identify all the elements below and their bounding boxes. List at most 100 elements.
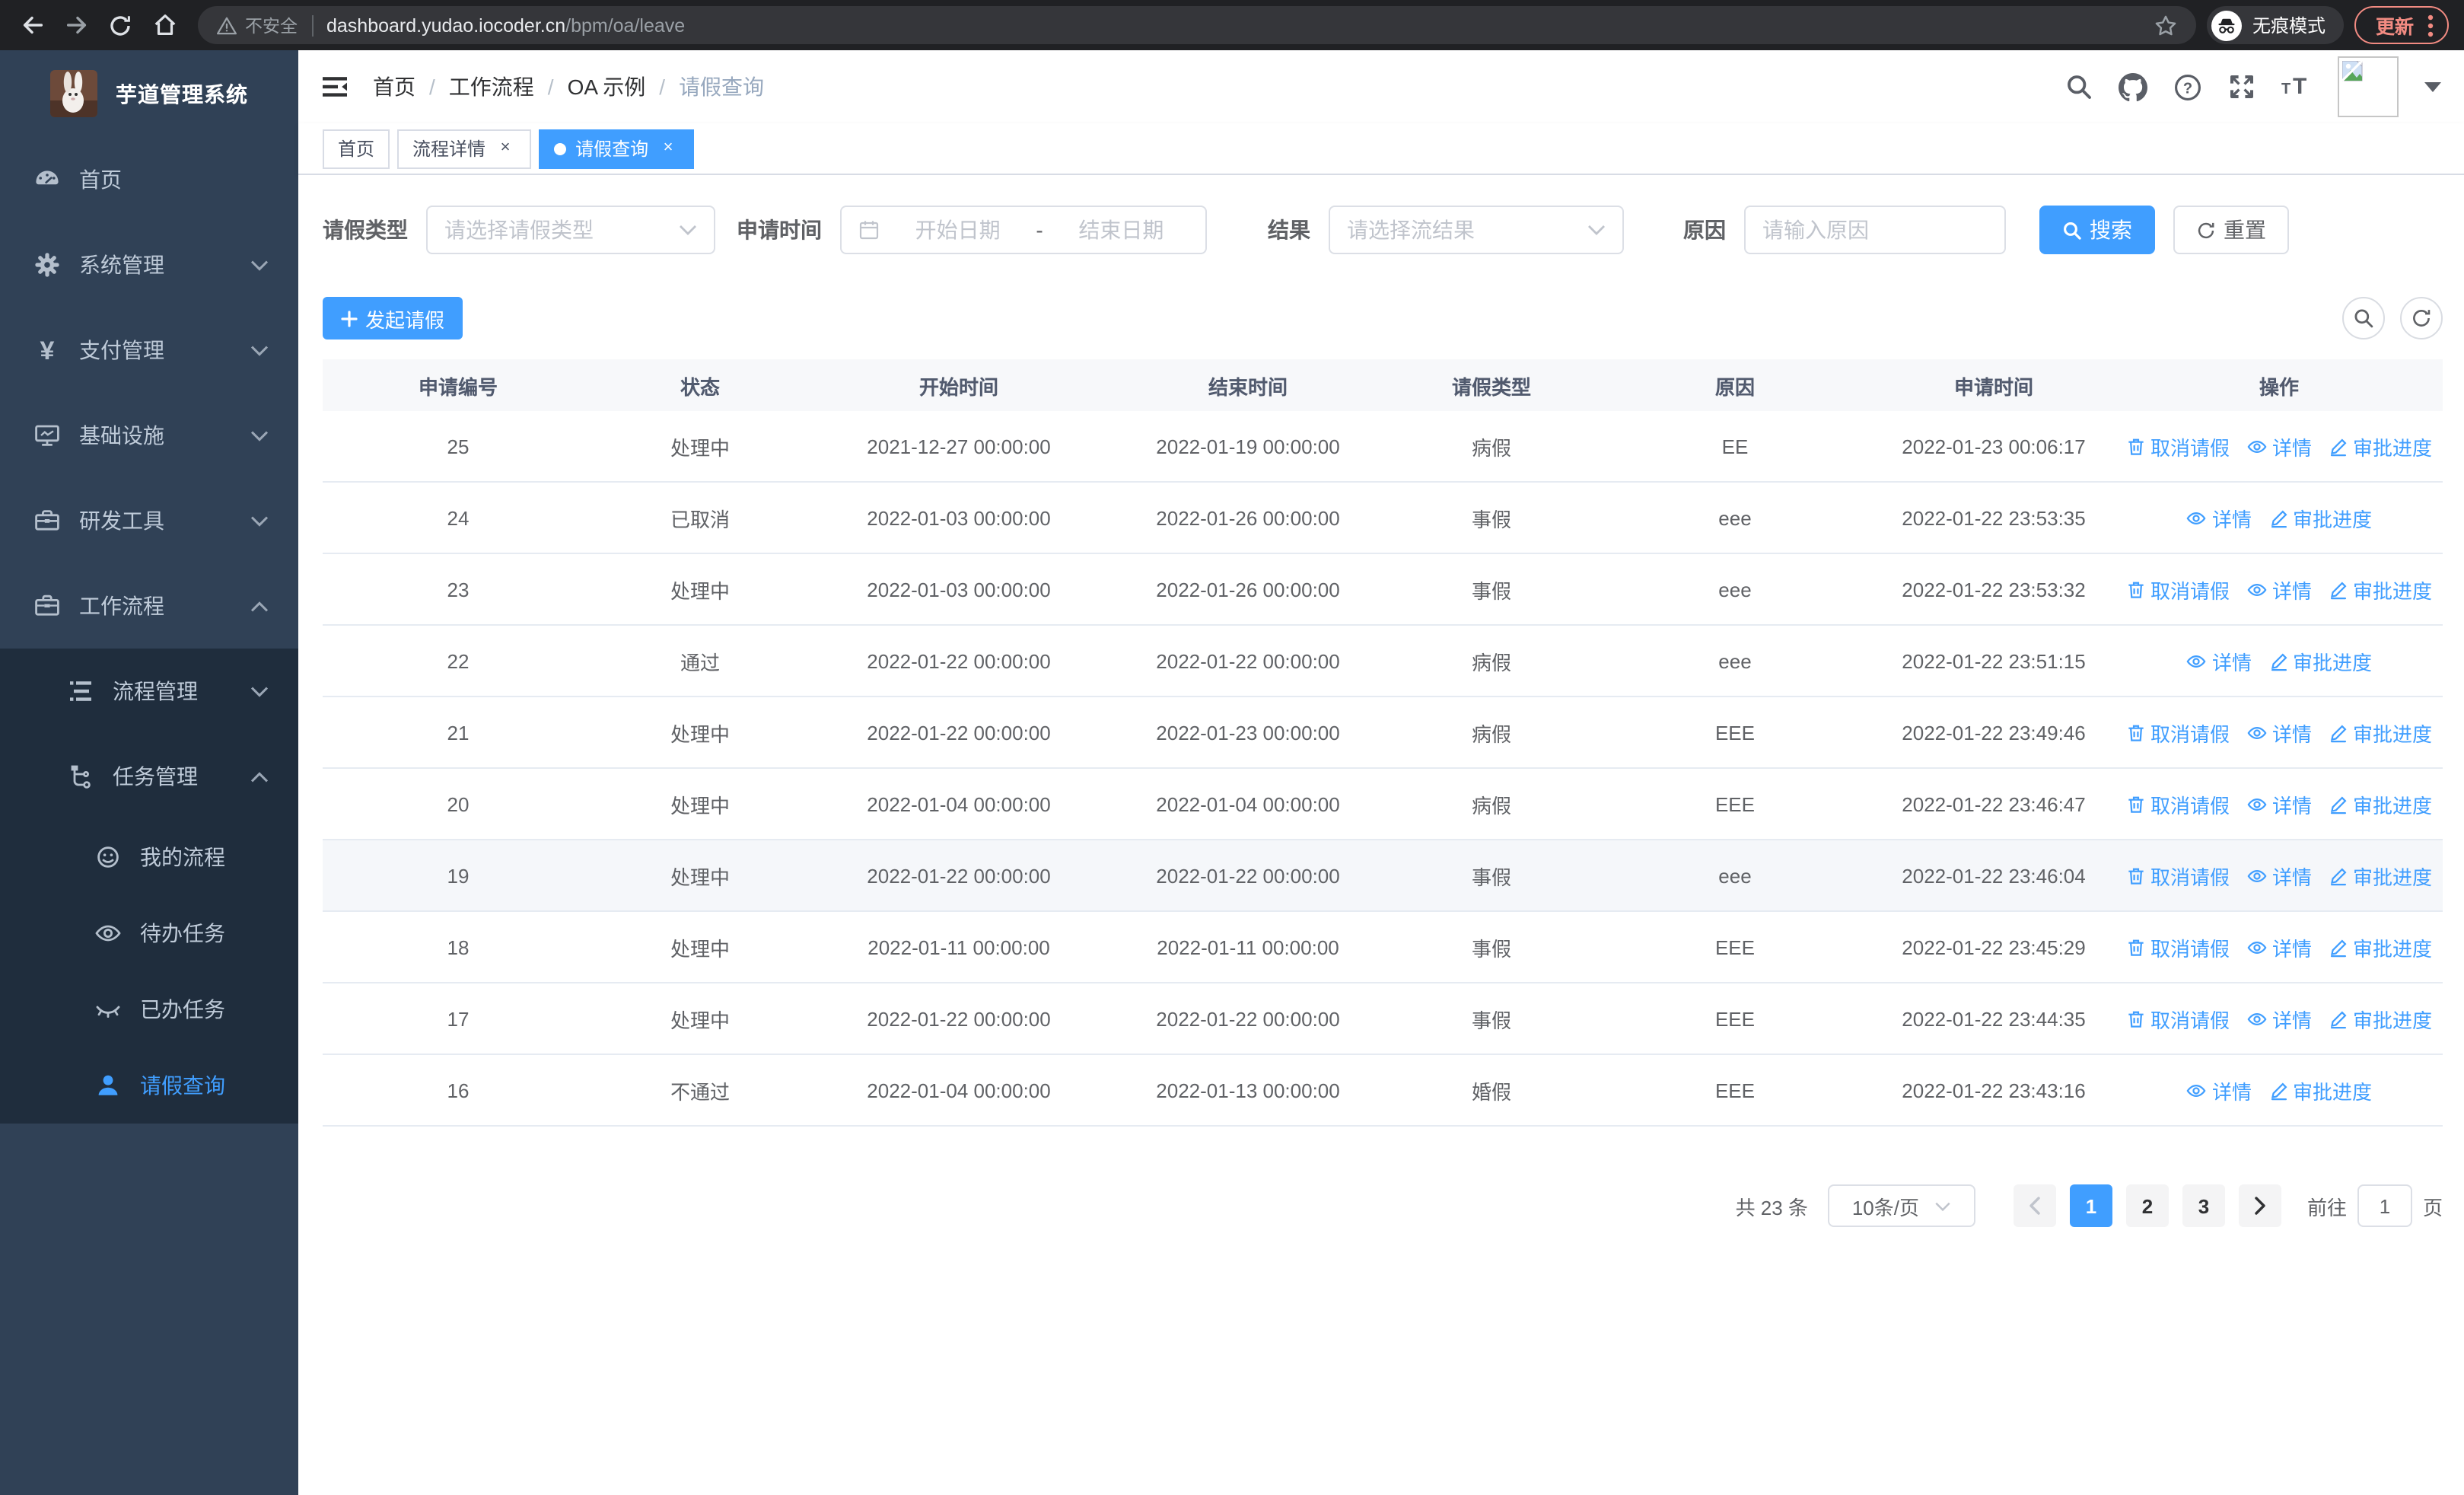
cell-id: 25 (447, 435, 470, 457)
detail-action-link[interactable]: 详情 (2246, 789, 2312, 818)
tab-请假查询[interactable]: 请假查询 × (539, 129, 695, 168)
progress-action-link[interactable]: 审批进度 (2268, 1076, 2372, 1105)
progress-action-link[interactable]: 审批进度 (2329, 432, 2432, 461)
face-icon (94, 843, 122, 871)
sidebar-item-请假查询[interactable]: 请假查询 (0, 1047, 298, 1124)
cell-id: 19 (447, 864, 470, 887)
detail-action-link[interactable]: 详情 (2246, 932, 2312, 961)
chevron-down-icon (679, 224, 697, 236)
chrome-menu-icon[interactable] (2427, 13, 2434, 37)
cancel-action-link[interactable]: 取消请假 (2126, 861, 2230, 890)
page-button-2[interactable]: 2 (2125, 1184, 2169, 1227)
sidebar-item-首页[interactable]: 首页 (0, 137, 298, 222)
goto-page-input[interactable] (2357, 1184, 2412, 1227)
help-icon[interactable]: ? (2173, 72, 2202, 101)
leave-type-select[interactable]: 请选择请假类型 (426, 206, 715, 254)
gear-icon (33, 251, 61, 279)
sidebar-item-工作流程[interactable]: 工作流程 (0, 563, 298, 649)
cancel-action-link[interactable]: 取消请假 (2126, 718, 2230, 747)
action-label: 取消请假 (2150, 579, 2230, 602)
progress-action-link[interactable]: 审批进度 (2268, 646, 2372, 675)
table-refresh-icon[interactable] (2400, 297, 2443, 339)
detail-action-link[interactable]: 详情 (2246, 575, 2312, 604)
bookmark-star-icon[interactable] (2154, 13, 2178, 37)
detail-action-link[interactable]: 详情 (2246, 432, 2312, 461)
detail-action-link[interactable]: 详情 (2186, 646, 2252, 675)
sidebar-item-我的流程[interactable]: 我的流程 (0, 819, 298, 895)
reason-input[interactable] (1744, 206, 2006, 254)
detail-action-link[interactable]: 详情 (2186, 1076, 2252, 1105)
sidebar-item-系统管理[interactable]: 系统管理 (0, 222, 298, 308)
prev-page-button[interactable] (2013, 1184, 2056, 1227)
sidebar-item-研发工具[interactable]: 研发工具 (0, 478, 298, 563)
sidebar-item-支付管理[interactable]: ¥ 支付管理 (0, 308, 298, 393)
url-bar[interactable]: 不安全 dashboard.yudao.iocoder.cn/bpm/oa/le… (198, 6, 2196, 44)
detail-action-link[interactable]: 详情 (2246, 861, 2312, 890)
breadcrumb-item[interactable]: 首页 (373, 72, 415, 102)
fullscreen-icon[interactable] (2228, 73, 2255, 100)
reset-button[interactable]: 重置 (2173, 206, 2289, 254)
user-menu-caret-icon[interactable] (2424, 81, 2441, 92)
reload-icon[interactable] (103, 8, 137, 42)
next-page-button[interactable] (2238, 1184, 2281, 1227)
page-size-select[interactable]: 10条/页 (1827, 1184, 1975, 1227)
progress-action-link[interactable]: 审批进度 (2329, 861, 2432, 890)
font-size-icon[interactable]: TT (2281, 73, 2312, 100)
update-button[interactable]: 更新 (2354, 6, 2449, 44)
cell-start: 2021-12-27 00:00:00 (867, 435, 1051, 457)
sidebar-item-label: 请假查询 (140, 1073, 225, 1098)
app-logo[interactable]: 芋道管理系统 (0, 50, 298, 137)
progress-action-link[interactable]: 审批进度 (2329, 932, 2432, 961)
sidebar-collapse-icon[interactable] (321, 73, 349, 100)
tab-流程详情[interactable]: 流程详情 × (397, 129, 532, 168)
calendar-icon (858, 219, 880, 241)
table-row: 24 已取消 2022-01-03 00:00:00 2022-01-26 00:00… (323, 483, 2443, 554)
search-icon[interactable] (2065, 73, 2093, 100)
table-search-toggle-icon[interactable] (2342, 297, 2385, 339)
close-icon[interactable]: × (657, 138, 679, 159)
cell-reason: EEE (1714, 1007, 1755, 1030)
progress-action-link[interactable]: 审批进度 (2329, 575, 2432, 604)
avatar[interactable] (2338, 56, 2399, 117)
detail-action-link[interactable]: 详情 (2246, 1004, 2312, 1033)
search-button[interactable]: 搜索 (2039, 206, 2155, 254)
column-header-操作: 操作 (2259, 375, 2299, 398)
cancel-action-link[interactable]: 取消请假 (2126, 575, 2230, 604)
start-date-placeholder: 开始日期 (915, 218, 1001, 242)
cancel-action-link[interactable]: 取消请假 (2126, 932, 2230, 961)
cancel-action-link[interactable]: 取消请假 (2126, 1004, 2230, 1033)
sidebar-item-流程管理[interactable]: 流程管理 (0, 649, 298, 734)
detail-action-link[interactable]: 详情 (2186, 503, 2252, 532)
sidebar-item-待办任务[interactable]: 待办任务 (0, 895, 298, 971)
apply-time-range-picker[interactable]: 开始日期 - 结束日期 (840, 206, 1207, 254)
page-button-1[interactable]: 1 (2069, 1184, 2112, 1227)
result-select[interactable]: 请选择流结果 (1329, 206, 1624, 254)
security-warning[interactable]: 不安全 (216, 13, 298, 37)
url-text[interactable]: dashboard.yudao.iocoder.cn/bpm/oa/leave (326, 14, 685, 36)
sidebar-item-已办任务[interactable]: 已办任务 (0, 971, 298, 1047)
page-button-3[interactable]: 3 (2182, 1184, 2225, 1227)
chevron-down-icon (1934, 1200, 1951, 1211)
progress-action-link[interactable]: 审批进度 (2268, 503, 2372, 532)
home-icon[interactable] (148, 8, 181, 42)
cancel-action-link[interactable]: 取消请假 (2126, 789, 2230, 818)
column-header-申请编号: 申请编号 (418, 375, 498, 398)
sidebar-item-基础设施[interactable]: 基础设施 (0, 393, 298, 478)
create-leave-button[interactable]: 发起请假 (323, 297, 463, 339)
reason-label: 原因 (1683, 218, 1726, 242)
back-icon[interactable] (15, 8, 49, 42)
table-row: 25 处理中 2021-12-27 00:00:00 2022-01-19 00:00… (323, 411, 2443, 483)
detail-action-link[interactable]: 详情 (2246, 718, 2312, 747)
progress-action-link[interactable]: 审批进度 (2329, 789, 2432, 818)
close-icon[interactable]: × (495, 138, 516, 159)
tab-首页[interactable]: 首页 (323, 129, 390, 168)
progress-action-link[interactable]: 审批进度 (2329, 1004, 2432, 1033)
breadcrumb-item[interactable]: 工作流程 (449, 72, 534, 102)
progress-action-link[interactable]: 审批进度 (2329, 718, 2432, 747)
row-actions: 详情 审批进度 (2115, 646, 2443, 675)
sidebar-item-任务管理[interactable]: 任务管理 (0, 734, 298, 819)
github-icon[interactable] (2119, 72, 2147, 101)
forward-icon[interactable] (59, 8, 93, 42)
cancel-action-link[interactable]: 取消请假 (2126, 432, 2230, 461)
breadcrumb-item[interactable]: OA 示例 (568, 72, 646, 102)
